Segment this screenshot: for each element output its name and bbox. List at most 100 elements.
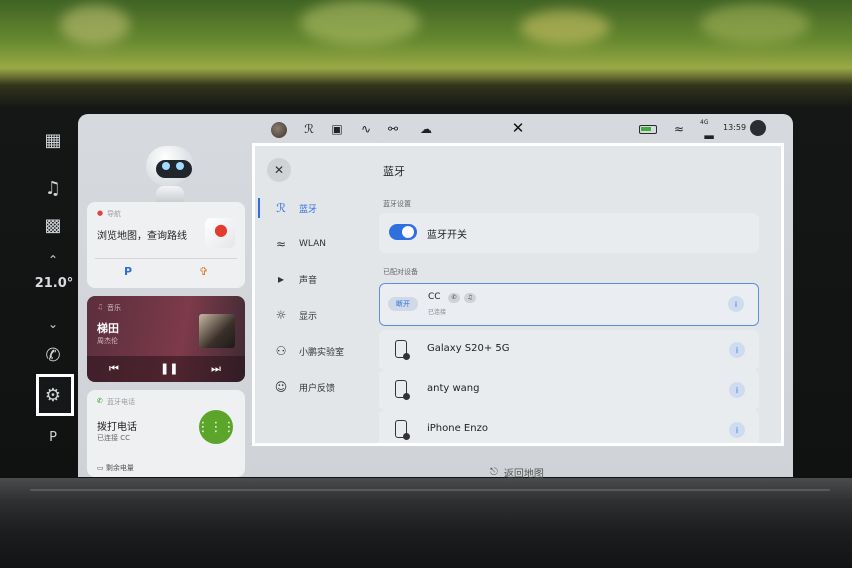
battery-icon xyxy=(639,125,657,134)
chevron-up-icon[interactable]: ⌃ xyxy=(41,248,65,272)
return-to-map-button[interactable]: ⎋ 返回地图 xyxy=(490,465,544,480)
settings-nav-label: 蓝牙 xyxy=(299,204,318,215)
next-icon[interactable]: ⏭ xyxy=(211,362,221,376)
bluetooth-settings-panel: ✕ 蓝牙 ℛ 蓝牙 ≈ WLAN ▸ 声音 ☼ 显示 ⚇ 小鹏实验室 ☺ 用户反… xyxy=(252,143,784,446)
info-icon: i xyxy=(734,299,738,309)
settings-nav-label: 显示 xyxy=(299,311,318,322)
bt-switch-label: 蓝牙开关 xyxy=(427,230,467,241)
music-note-icon[interactable]: ♫ xyxy=(41,176,65,200)
phone-battery: ▭ 剩余电量 xyxy=(97,463,134,473)
robot-face xyxy=(156,160,192,178)
temperature-readout[interactable]: 21.0° xyxy=(34,276,74,291)
lock-icon: ▣ xyxy=(331,122,343,136)
back-arrow-icon: ⎋ xyxy=(490,467,498,478)
info-icon: i xyxy=(735,345,739,355)
dialpad-button[interactable]: ⋮⋮⋮ xyxy=(196,410,236,444)
lab-icon: ⚇ xyxy=(275,344,287,358)
parking-icon[interactable]: P xyxy=(41,425,65,449)
settings-nav-lab[interactable]: ⚇ 小鹏实验室 xyxy=(272,341,382,361)
device-row-iphone[interactable]: iPhone Enzo i xyxy=(379,410,759,443)
cloud-download-icon: ☁ xyxy=(420,122,432,136)
phone-chip-icon: ✆ xyxy=(448,293,460,303)
previous-icon[interactable]: ⏮ xyxy=(109,362,119,376)
car-icon[interactable]: ▩ xyxy=(41,213,65,237)
settings-nav-sound[interactable]: ▸ 声音 xyxy=(272,269,382,289)
device-row-anty[interactable]: anty wang i xyxy=(379,370,759,410)
return-map-label: 返回地图 xyxy=(503,469,544,480)
settings-nav-label: 用户反馈 xyxy=(299,383,336,394)
phone-small-icon: ✆ xyxy=(97,397,103,405)
device-row-cc[interactable]: 断开 CC ✆ ♫ 已连接 i xyxy=(379,283,759,326)
phone-icon[interactable]: ✆ xyxy=(41,343,65,367)
signal-icon: ▂ xyxy=(704,125,714,139)
chevron-down-icon[interactable]: ⌄ xyxy=(41,312,65,336)
fork-knife-icon[interactable]: ✞ xyxy=(199,265,208,278)
user-avatar[interactable] xyxy=(271,122,287,138)
disconnect-button[interactable]: 断开 xyxy=(388,297,418,311)
nav-card-label: 导航 xyxy=(107,210,121,218)
phone-device-icon xyxy=(395,420,410,440)
bokeh-light xyxy=(300,0,420,45)
wifi-status-icon: ≈ xyxy=(673,122,685,136)
map-pin-icon: ● xyxy=(97,209,104,217)
navigation-card[interactable]: ● 导航 浏览地图，查询路线 ● P ✞ xyxy=(87,202,245,288)
brightness-icon: ☼ xyxy=(275,308,287,322)
info-icon: i xyxy=(735,425,739,435)
phone-card[interactable]: ✆ 蓝牙电话 拨打电话 已连接 CC ⋮⋮⋮ ▭ 剩余电量 xyxy=(87,390,245,477)
phone-card-label: 蓝牙电话 xyxy=(107,398,135,406)
dialpad-icon: ⋮⋮⋮ xyxy=(196,419,236,435)
playback-controls: ⏮ ❚❚ ⏭ xyxy=(87,356,245,382)
bokeh-light xyxy=(520,10,610,45)
album-art xyxy=(199,314,235,348)
assistant-robot[interactable] xyxy=(142,144,198,204)
close-icon: ✕ xyxy=(273,163,285,177)
pause-icon[interactable]: ❚❚ xyxy=(160,362,178,375)
status-bar: ℛ ▣ ∿ ⚯ ☁ ✕ ≈ 4G ▂ 13:59 xyxy=(78,114,793,144)
phone-battery-label: 剩余电量 xyxy=(105,464,134,472)
bokeh-light xyxy=(60,5,130,45)
left-rail: ▦ ♫ ▩ ⌃ 21.0° ⌄ ✆ ⚙ P xyxy=(30,112,76,477)
robot-eye xyxy=(162,162,170,170)
bt-switch-row[interactable]: 蓝牙开关 xyxy=(379,213,759,253)
phone-connection: 已连接 CC xyxy=(97,434,131,442)
clock: 13:59 xyxy=(723,123,747,132)
settings-nav-feedback[interactable]: ☺ 用户反馈 xyxy=(272,377,382,397)
phone-device-icon xyxy=(395,340,410,360)
divider xyxy=(95,258,237,259)
settings-nav-label: WLAN xyxy=(299,239,327,249)
device-info-button[interactable]: i xyxy=(729,382,745,398)
device-info-button[interactable]: i xyxy=(729,342,745,358)
settings-nav-bluetooth[interactable]: ℛ 蓝牙 xyxy=(272,198,382,218)
device-name: Galaxy S20+ 5G xyxy=(427,343,510,354)
speaker-icon: ▸ xyxy=(277,272,285,286)
nav-card-text: 浏览地图，查询路线 xyxy=(97,231,187,242)
feedback-icon: ☺ xyxy=(274,380,288,394)
robot-eye xyxy=(176,162,184,170)
settings-nav-label: 声音 xyxy=(299,275,318,286)
device-name: iPhone Enzo xyxy=(427,423,488,434)
bluetooth-icon: ℛ xyxy=(276,201,286,215)
wifi-icon: ≈ xyxy=(275,237,287,251)
music-note-icon: ♫ xyxy=(97,303,104,311)
settings-gear-icon[interactable]: ⚙ xyxy=(41,383,65,407)
bt-settings-label: 蓝牙设置 xyxy=(383,200,411,208)
device-info-button[interactable]: i xyxy=(728,296,744,312)
account-icon[interactable] xyxy=(750,120,766,136)
device-name: anty wang xyxy=(427,383,480,394)
settings-nav-display[interactable]: ☼ 显示 xyxy=(272,305,382,325)
parking-button[interactable]: P xyxy=(124,265,132,278)
headphone-chip-icon: ♫ xyxy=(464,293,476,303)
info-icon: i xyxy=(735,385,739,395)
music-card[interactable]: ♫ 音乐 梯田 周杰伦 ⏮ ❚❚ ⏭ xyxy=(87,296,245,382)
defrost-icon: ⚯ xyxy=(387,122,399,136)
device-row-galaxy[interactable]: Galaxy S20+ 5G i xyxy=(379,330,759,370)
bluetooth-toggle[interactable] xyxy=(389,224,417,240)
bluetooth-status-icon: ℛ xyxy=(304,122,314,136)
map-icon: ● xyxy=(205,218,235,248)
device-info-button[interactable]: i xyxy=(729,422,745,438)
close-button[interactable]: ✕ xyxy=(267,158,291,182)
apps-grid-icon[interactable]: ▦ xyxy=(41,128,65,152)
settings-nav-wlan[interactable]: ≈ WLAN xyxy=(272,234,382,254)
settings-nav-label: 小鹏实验室 xyxy=(299,347,345,358)
location-pin-icon: ● xyxy=(214,220,228,239)
